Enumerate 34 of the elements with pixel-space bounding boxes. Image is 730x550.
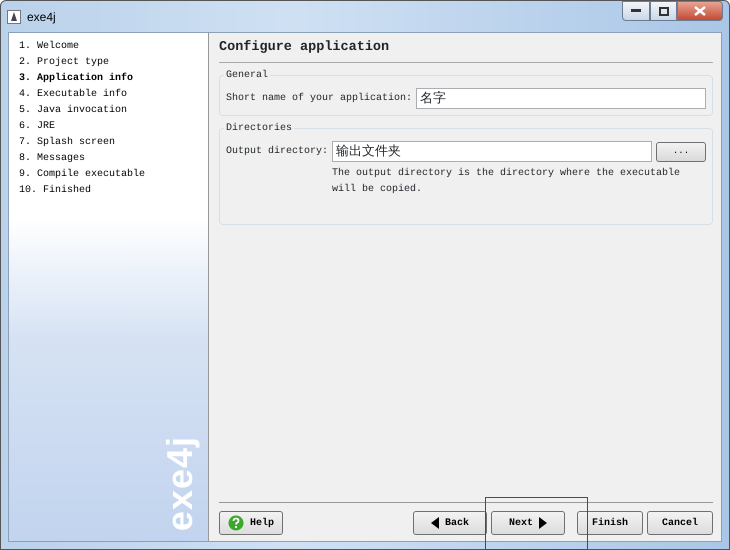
browse-button[interactable]: ... <box>656 142 706 162</box>
close-icon <box>694 6 706 16</box>
back-button[interactable]: Back <box>413 511 487 535</box>
minimize-button[interactable] <box>622 1 650 21</box>
right-arrow-icon <box>539 517 547 529</box>
step-item[interactable]: 3. Application info <box>19 71 208 87</box>
step-item[interactable]: 6. JRE <box>19 119 208 135</box>
maximize-icon <box>658 6 668 16</box>
short-name-field[interactable]: 名字 <box>416 88 706 110</box>
cancel-button[interactable]: Cancel <box>647 511 713 535</box>
step-item[interactable]: 1. Welcome <box>19 39 208 55</box>
output-directory-field[interactable]: 输出文件夹 <box>332 141 652 162</box>
next-button[interactable]: Next <box>491 511 565 535</box>
step-item[interactable]: 5. Java invocation <box>19 103 208 119</box>
field-label: Output directory: <box>226 144 328 160</box>
page-title: Configure application <box>219 33 713 64</box>
window-title: exe4j <box>27 8 56 26</box>
step-item[interactable]: 10. Finished <box>19 183 208 199</box>
hint-text: The output directory is the directory where the executable will be copied. <box>332 166 682 198</box>
step-item[interactable]: 9. Compile executable <box>19 167 208 183</box>
finish-button[interactable]: Finish <box>577 511 643 535</box>
help-button[interactable]: Help <box>219 511 284 535</box>
minimize-icon <box>631 9 641 13</box>
left-arrow-icon <box>430 517 439 529</box>
step-item[interactable]: 2. Project type <box>19 55 208 71</box>
maximize-button[interactable] <box>650 1 677 21</box>
close-button[interactable] <box>677 1 723 21</box>
help-icon <box>228 515 244 531</box>
step-item[interactable]: 4. Executable info <box>19 87 208 103</box>
step-item[interactable]: 7. Splash screen <box>19 135 208 151</box>
app-icon <box>7 10 21 24</box>
field-label: Short name of your application: <box>226 92 412 106</box>
step-item[interactable]: 8. Messages <box>19 151 208 167</box>
logo: exe4j <box>162 436 198 531</box>
